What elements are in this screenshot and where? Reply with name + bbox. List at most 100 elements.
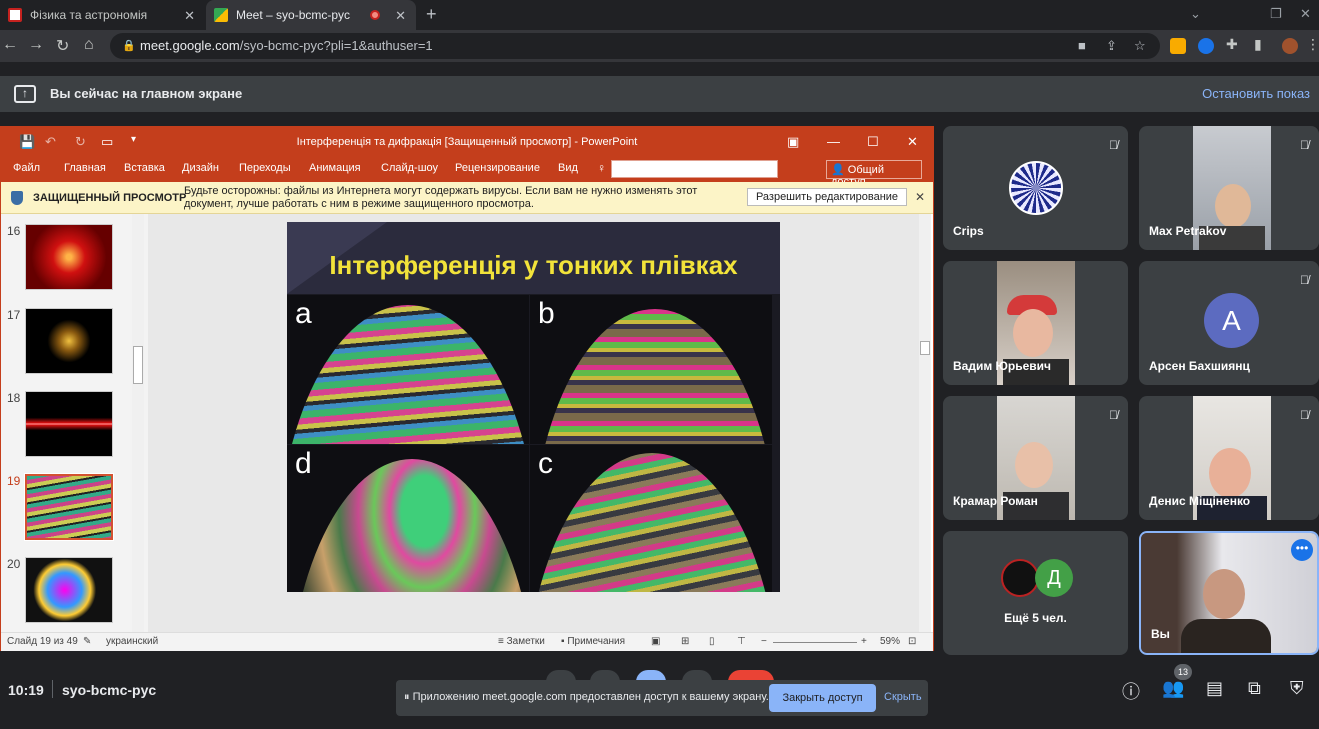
stop-sharing-button[interactable]: Закрыть доступ <box>769 684 876 712</box>
language-label[interactable]: украинский <box>106 636 158 647</box>
avatar: Д <box>1035 559 1073 597</box>
participant-tile[interactable]: 🎙̸ Max Petrakov <box>1139 126 1319 250</box>
thumb-number-selected: 19 <box>7 474 21 488</box>
slideshow-view-icon[interactable]: ⊤ <box>737 636 746 647</box>
avatar: А <box>1204 293 1259 348</box>
tell-me-input[interactable] <box>611 160 778 178</box>
normal-view-icon[interactable]: ▣ <box>651 636 660 647</box>
tab-design[interactable]: Дизайн <box>182 162 219 174</box>
host-controls-icon[interactable]: ⛨ <box>1290 678 1304 699</box>
bookmark-star-icon[interactable]: ☆ <box>1134 38 1146 54</box>
restore-icon[interactable]: ❐ <box>1270 6 1282 22</box>
bubble-image-a: a <box>287 295 529 444</box>
profile-avatar[interactable] <box>1282 38 1298 54</box>
slide-scrollbar[interactable] <box>919 214 931 632</box>
sidepanel-icon[interactable]: ▮ <box>1254 36 1262 53</box>
menu-icon[interactable]: ⋮ <box>1306 36 1319 53</box>
more-options-icon[interactable]: ••• <box>1291 539 1313 561</box>
participant-name: Крамар Роман <box>953 494 1038 508</box>
lightbulb-icon: ♀ <box>597 161 606 175</box>
home-icon[interactable]: ⌂ <box>84 36 94 54</box>
reading-view-icon[interactable]: ▯ <box>709 636 715 647</box>
sorter-view-icon[interactable]: ⊞ <box>681 636 689 647</box>
protected-view-message: Будьте осторожны: файлы из Интернета мог… <box>184 185 698 210</box>
chevron-down-icon[interactable]: ⌄ <box>1190 6 1201 22</box>
zoom-slider[interactable] <box>773 642 857 643</box>
tab-title: Фізика та астрономія <box>30 8 148 22</box>
self-tile[interactable]: ••• Вы <box>1139 531 1319 655</box>
tab-physics[interactable]: Фізика та астрономія ✕ <box>0 0 205 30</box>
tab-meet[interactable]: Meet – syo-bcmc-pyc ✕ <box>206 0 416 30</box>
meeting-code: syo-bcmc-pyc <box>62 682 157 698</box>
screen-share-notice: ⏸ Приложению meet.google.com предоставле… <box>396 680 928 716</box>
zoom-out-icon[interactable]: − <box>761 636 767 647</box>
person-icon: 👤 <box>831 164 845 176</box>
camera-icon[interactable]: ■ <box>1078 38 1086 53</box>
tab-animation[interactable]: Анимация <box>309 162 361 174</box>
presenting-banner: ↑ Вы сейчас на главном экране Остановить… <box>0 76 1319 112</box>
close-window-icon[interactable]: ✕ <box>1300 6 1311 22</box>
slide-thumbnail[interactable] <box>25 224 113 290</box>
divider <box>52 680 53 698</box>
slide-thumbnail[interactable] <box>25 557 113 623</box>
tab-title: Meet – syo-bcmc-pyc <box>236 8 351 22</box>
thumbnails-scrollbar[interactable] <box>132 214 144 632</box>
extension-icon[interactable] <box>1198 38 1214 54</box>
slide-thumbnail[interactable] <box>25 391 113 457</box>
participant-tile[interactable]: А 🎙̸ Арсен Бахшиянц <box>1139 261 1319 385</box>
notes-label: Заметки <box>506 636 545 647</box>
participant-tile[interactable]: 🎙̸ Crips <box>943 126 1128 250</box>
reload-icon[interactable]: ↻ <box>56 36 69 56</box>
ppt-titlebar: 💾 ↶ ↻ ▭ ▾ Інтерференція та дифракція [За… <box>1 127 933 157</box>
minimize-icon[interactable]: — <box>827 134 840 149</box>
more-participants-tile[interactable]: Д Ещё 5 чел. <box>943 531 1128 655</box>
slide-title: Інтерференція у тонких плівках <box>329 250 738 280</box>
slide-thumbnail[interactable] <box>25 308 113 374</box>
comments-button[interactable]: ▪ Примечания <box>561 636 625 647</box>
thumb-number: 20 <box>7 557 21 571</box>
enable-editing-button[interactable]: Разрешить редактирование <box>747 188 907 206</box>
participant-tile[interactable]: 🎙̸ Крамар Роман <box>943 396 1128 520</box>
participant-tile[interactable]: 🎙̸ Денис Міщіненко <box>1139 396 1319 520</box>
stop-presenting-button[interactable]: Остановить показ <box>1202 86 1310 101</box>
participant-tile[interactable]: Вадим Юрьевич <box>943 261 1128 385</box>
spellcheck-icon[interactable]: ✎ <box>83 636 91 647</box>
tab-file[interactable]: Файл <box>13 162 40 174</box>
tab-view[interactable]: Вид <box>558 162 578 174</box>
scroll-thumb[interactable] <box>920 341 930 355</box>
tab-insert[interactable]: Вставка <box>124 162 165 174</box>
back-icon[interactable]: ← <box>2 36 18 54</box>
hide-button[interactable]: Скрыть <box>884 691 922 703</box>
extension-icon[interactable] <box>1170 38 1186 54</box>
share-page-icon[interactable]: ⇪ <box>1106 38 1117 54</box>
fit-slide-icon[interactable]: ⊡ <box>908 636 916 647</box>
people-icon[interactable]: 👥 <box>1162 678 1184 699</box>
scroll-thumb[interactable] <box>133 346 143 384</box>
tab-home[interactable]: Главная <box>64 162 106 174</box>
zoom-level[interactable]: 59% <box>880 636 900 647</box>
ribbon-display-icon[interactable]: ▣ <box>787 134 799 150</box>
present-screen-icon: ↑ <box>14 85 36 103</box>
notes-button[interactable]: ≡ Заметки <box>498 636 545 647</box>
close-icon[interactable]: ✕ <box>915 190 925 204</box>
zoom-in-icon[interactable]: + <box>861 636 867 647</box>
tab-review[interactable]: Рецензирование <box>455 162 540 174</box>
tab-transitions[interactable]: Переходы <box>239 162 291 174</box>
close-icon[interactable]: ✕ <box>184 8 195 24</box>
chat-icon[interactable]: ▤ <box>1206 678 1223 699</box>
activities-icon[interactable]: ⧉ <box>1248 678 1261 699</box>
omnibox[interactable]: 🔒 meet.google.com/syo-bcmc-pyc?pli=1&aut… <box>110 33 1160 59</box>
meet-bottom-bar: 10:19 syo-bcmc-pyc ⏸ Приложению meet.goo… <box>0 660 1319 729</box>
participant-name: Max Petrakov <box>1149 224 1227 238</box>
slide-thumbnail-selected[interactable] <box>24 473 114 541</box>
info-icon[interactable]: ⓘ <box>1122 678 1140 704</box>
share-button[interactable]: 👤 Общий доступ <box>826 160 922 188</box>
tab-slideshow[interactable]: Слайд-шоу <box>381 162 438 174</box>
maximize-icon[interactable]: ☐ <box>867 134 879 150</box>
forward-icon[interactable]: → <box>28 36 44 54</box>
new-tab-icon[interactable]: + <box>426 4 437 25</box>
close-icon[interactable]: ✕ <box>395 8 406 24</box>
puzzle-icon[interactable]: ✚ <box>1226 36 1238 53</box>
url-path: /syo-bcmc-pyc?pli=1&authuser=1 <box>239 38 433 53</box>
close-icon[interactable]: ✕ <box>907 134 918 150</box>
